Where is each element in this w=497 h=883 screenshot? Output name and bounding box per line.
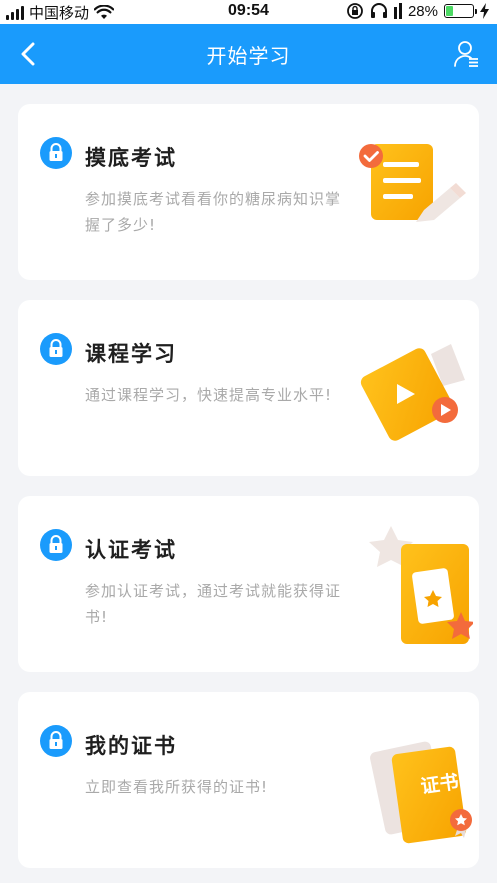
- status-bar: 中国移动 09:54 28%: [0, 0, 497, 24]
- status-right: 28%: [346, 2, 489, 20]
- headphones-icon: [370, 3, 387, 18]
- card-title: 认证考试: [85, 538, 177, 562]
- card-title: 我的证书: [85, 734, 177, 758]
- card-course-study[interactable]: 课程学习 通过课程学习，快速提高专业水平!: [18, 300, 479, 476]
- card-description: 立即查看我所获得的证书!: [85, 778, 269, 796]
- lock-icon: [40, 725, 72, 757]
- app-header: 开始学习: [0, 24, 497, 84]
- card-my-certificates[interactable]: 我的证书 立即查看我所获得的证书! 证书: [18, 692, 479, 868]
- card-certification-exam[interactable]: 认证考试 参加认证考试，通过考试就能获得证书!: [18, 496, 479, 672]
- video-play-icon: [360, 344, 465, 441]
- user-list-icon: [454, 41, 478, 67]
- page-title: 开始学习: [206, 44, 291, 68]
- battery-percent: 28%: [407, 2, 438, 20]
- exam-paper-icon: [359, 144, 466, 222]
- alarm-bars-icon: [393, 3, 402, 19]
- card-title: 课程学习: [85, 342, 177, 366]
- card-placement-exam[interactable]: 摸底考试 参加摸底考试看看你的糖尿病知识掌握了多少!: [18, 104, 479, 280]
- card-description: 参加摸底考试看看你的糖尿病知识掌握了多少!: [85, 190, 342, 234]
- user-profile-button[interactable]: [449, 36, 485, 72]
- card-title: 摸底考试: [85, 146, 177, 170]
- certificate-icon: 证书: [370, 741, 472, 844]
- star-card-icon: [369, 526, 473, 644]
- battery-icon: [444, 4, 477, 18]
- lock-icon: [40, 529, 72, 561]
- rotation-lock-icon: [347, 3, 363, 19]
- charging-bolt-icon: [480, 3, 489, 19]
- lock-icon: [40, 137, 72, 169]
- card-description: 通过课程学习，快速提高专业水平!: [85, 386, 333, 404]
- card-description: 参加认证考试，通过考试就能获得证书!: [85, 582, 342, 626]
- lock-icon: [40, 333, 72, 365]
